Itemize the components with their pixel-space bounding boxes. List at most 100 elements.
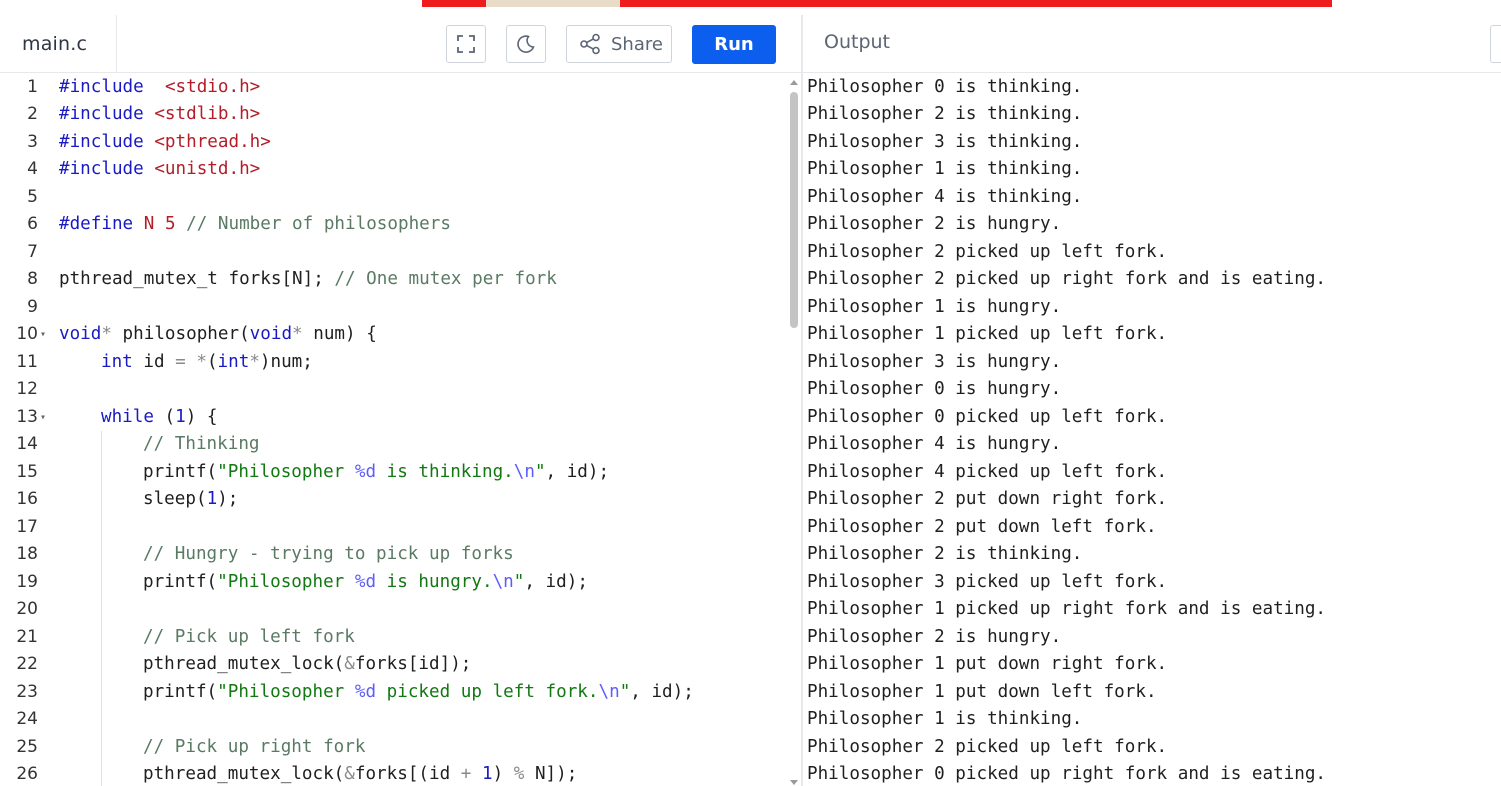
indent-guide: [101, 513, 102, 541]
code-token: *: [249, 351, 260, 372]
fullscreen-button[interactable]: [446, 25, 486, 63]
indent-guide: [101, 651, 102, 679]
code-token: %d: [354, 461, 377, 482]
line-number: 11: [16, 351, 38, 372]
code-line[interactable]: 15 printf("Philosopher %d is thinking.\n"…: [0, 459, 790, 487]
code-text: void* philosopher(void* num) {: [59, 321, 377, 349]
scroll-up-arrow-icon[interactable]: [790, 80, 798, 85]
line-number: 18: [16, 544, 38, 564]
code-token: id: [132, 351, 176, 372]
code-line[interactable]: 25 // Pick up right fork: [0, 734, 790, 762]
code-token: ": [619, 681, 631, 702]
code-token: // Hungry - trying to pick up forks: [143, 544, 514, 564]
code-token: void: [249, 324, 293, 344]
code-line[interactable]: 5: [0, 184, 790, 212]
code-line[interactable]: 20: [0, 596, 790, 624]
code-line[interactable]: 14 // Thinking: [0, 431, 790, 459]
editor-scrollbar-thumb[interactable]: [790, 92, 798, 328]
code-line[interactable]: 3 #include <pthread.h>: [0, 129, 790, 157]
code-token: is thinking.: [376, 461, 514, 482]
line-number: 21: [16, 626, 38, 647]
output-line: Philosopher 1 is hungry.: [807, 296, 1062, 317]
line-number: 1: [27, 76, 38, 97]
code-line[interactable]: 6 #define N 5 // Number of philosophers: [0, 211, 790, 239]
file-tab-main-c[interactable]: main.c: [0, 15, 117, 73]
clear-button[interactable]: [1490, 25, 1501, 63]
code-line[interactable]: 11 int id = *(int*)num;: [0, 349, 790, 377]
code-token: ": [534, 461, 546, 482]
code-token: sleep(: [143, 489, 207, 509]
code-text: #include <unistd.h>: [59, 156, 260, 184]
line-number: 6: [27, 214, 38, 234]
indent-guide: [101, 568, 102, 596]
code-line[interactable]: 1 #include <stdio.h>: [0, 74, 790, 102]
scroll-down-arrow-icon[interactable]: [790, 780, 798, 785]
code-text: while (1) {: [101, 404, 218, 432]
editor-toolbar: main.c Share Run: [0, 15, 801, 73]
code-line[interactable]: 9: [0, 294, 790, 322]
code-line[interactable]: 16 sleep(1);: [0, 486, 790, 514]
code-line[interactable]: 4 #include <unistd.h>: [0, 156, 790, 184]
code-text: #include <stdio.h>: [59, 74, 260, 102]
code-token: printf(: [143, 461, 218, 482]
code-token: int: [101, 351, 133, 372]
output-console[interactable]: Philosopher 0 is thinking. Philosopher 2 …: [803, 73, 1501, 786]
line-number: 20: [16, 599, 38, 619]
code-line[interactable]: 10 ▾ void* philosopher(void* num) {: [0, 321, 790, 349]
code-token: &: [344, 764, 355, 784]
code-token: <unistd.h>: [143, 159, 261, 179]
fold-toggle-icon[interactable]: ▾: [40, 404, 46, 432]
code-line[interactable]: 17: [0, 514, 790, 542]
output-line: Philosopher 1 put down right fork.: [807, 654, 1168, 674]
code-line[interactable]: 13 ▾ while (1) {: [0, 404, 790, 432]
code-token: 1: [481, 764, 493, 784]
output-line: Philosopher 2 is hungry.: [807, 214, 1062, 234]
code-token: #include: [59, 104, 144, 124]
top-strip: [0, 0, 1501, 15]
share-button[interactable]: Share: [566, 25, 672, 63]
code-token: =: [175, 351, 186, 372]
code-editor[interactable]: 1 #include <stdio.h> 2 #include <stdlib.h> 3…: [0, 73, 801, 786]
code-token: // Thinking: [143, 434, 260, 454]
output-title: Output: [824, 31, 890, 53]
code-text: #include <stdlib.h>: [59, 101, 260, 129]
code-line[interactable]: 23 printf("Philosopher %d picked up left …: [0, 679, 790, 707]
code-token: \n: [492, 571, 514, 592]
run-button[interactable]: Run: [692, 25, 776, 64]
code-line[interactable]: 24: [0, 706, 790, 734]
line-number: 12: [16, 379, 38, 399]
code-token: printf(: [143, 681, 218, 702]
code-line[interactable]: 12: [0, 376, 790, 404]
code-line[interactable]: 8 pthread_mutex_t forks[N]; // One mutex …: [0, 266, 790, 294]
code-text: // Pick up left fork: [143, 624, 355, 652]
code-token: *: [196, 351, 207, 372]
code-text: printf("Philosopher %d is hungry.\n", id…: [143, 569, 588, 597]
code-line[interactable]: 18 // Hungry - trying to pick up forks: [0, 541, 790, 569]
code-line[interactable]: 21 // Pick up left fork: [0, 624, 790, 652]
output-line: Philosopher 1 picked up right fork and i…: [807, 599, 1327, 619]
code-token: , id);: [545, 461, 610, 482]
code-token: forks[id]);: [354, 654, 472, 674]
indent-guide: [101, 706, 102, 734]
code-token: *: [101, 324, 112, 344]
fold-toggle-icon[interactable]: ▾: [40, 321, 46, 349]
indent-guide: [101, 541, 102, 569]
indent-guide: [101, 623, 102, 651]
line-number: 22: [16, 654, 38, 674]
code-token: void: [59, 324, 102, 344]
indent-guide: [101, 733, 102, 761]
code-line[interactable]: 19 printf("Philosopher %d is hungry.\n", …: [0, 569, 790, 597]
code-line[interactable]: 26 pthread_mutex_lock(&forks[(id + 1) % N…: [0, 761, 790, 786]
code-token: )num;: [259, 351, 313, 372]
code-line[interactable]: 22 pthread_mutex_lock(&forks[id]);: [0, 651, 790, 679]
indent-guide: [101, 761, 102, 786]
dark-mode-button[interactable]: [506, 25, 546, 63]
code-line[interactable]: 2 #include <stdlib.h>: [0, 101, 790, 129]
code-line[interactable]: 7: [0, 239, 790, 267]
output-line: Philosopher 2 is thinking.: [807, 544, 1083, 564]
